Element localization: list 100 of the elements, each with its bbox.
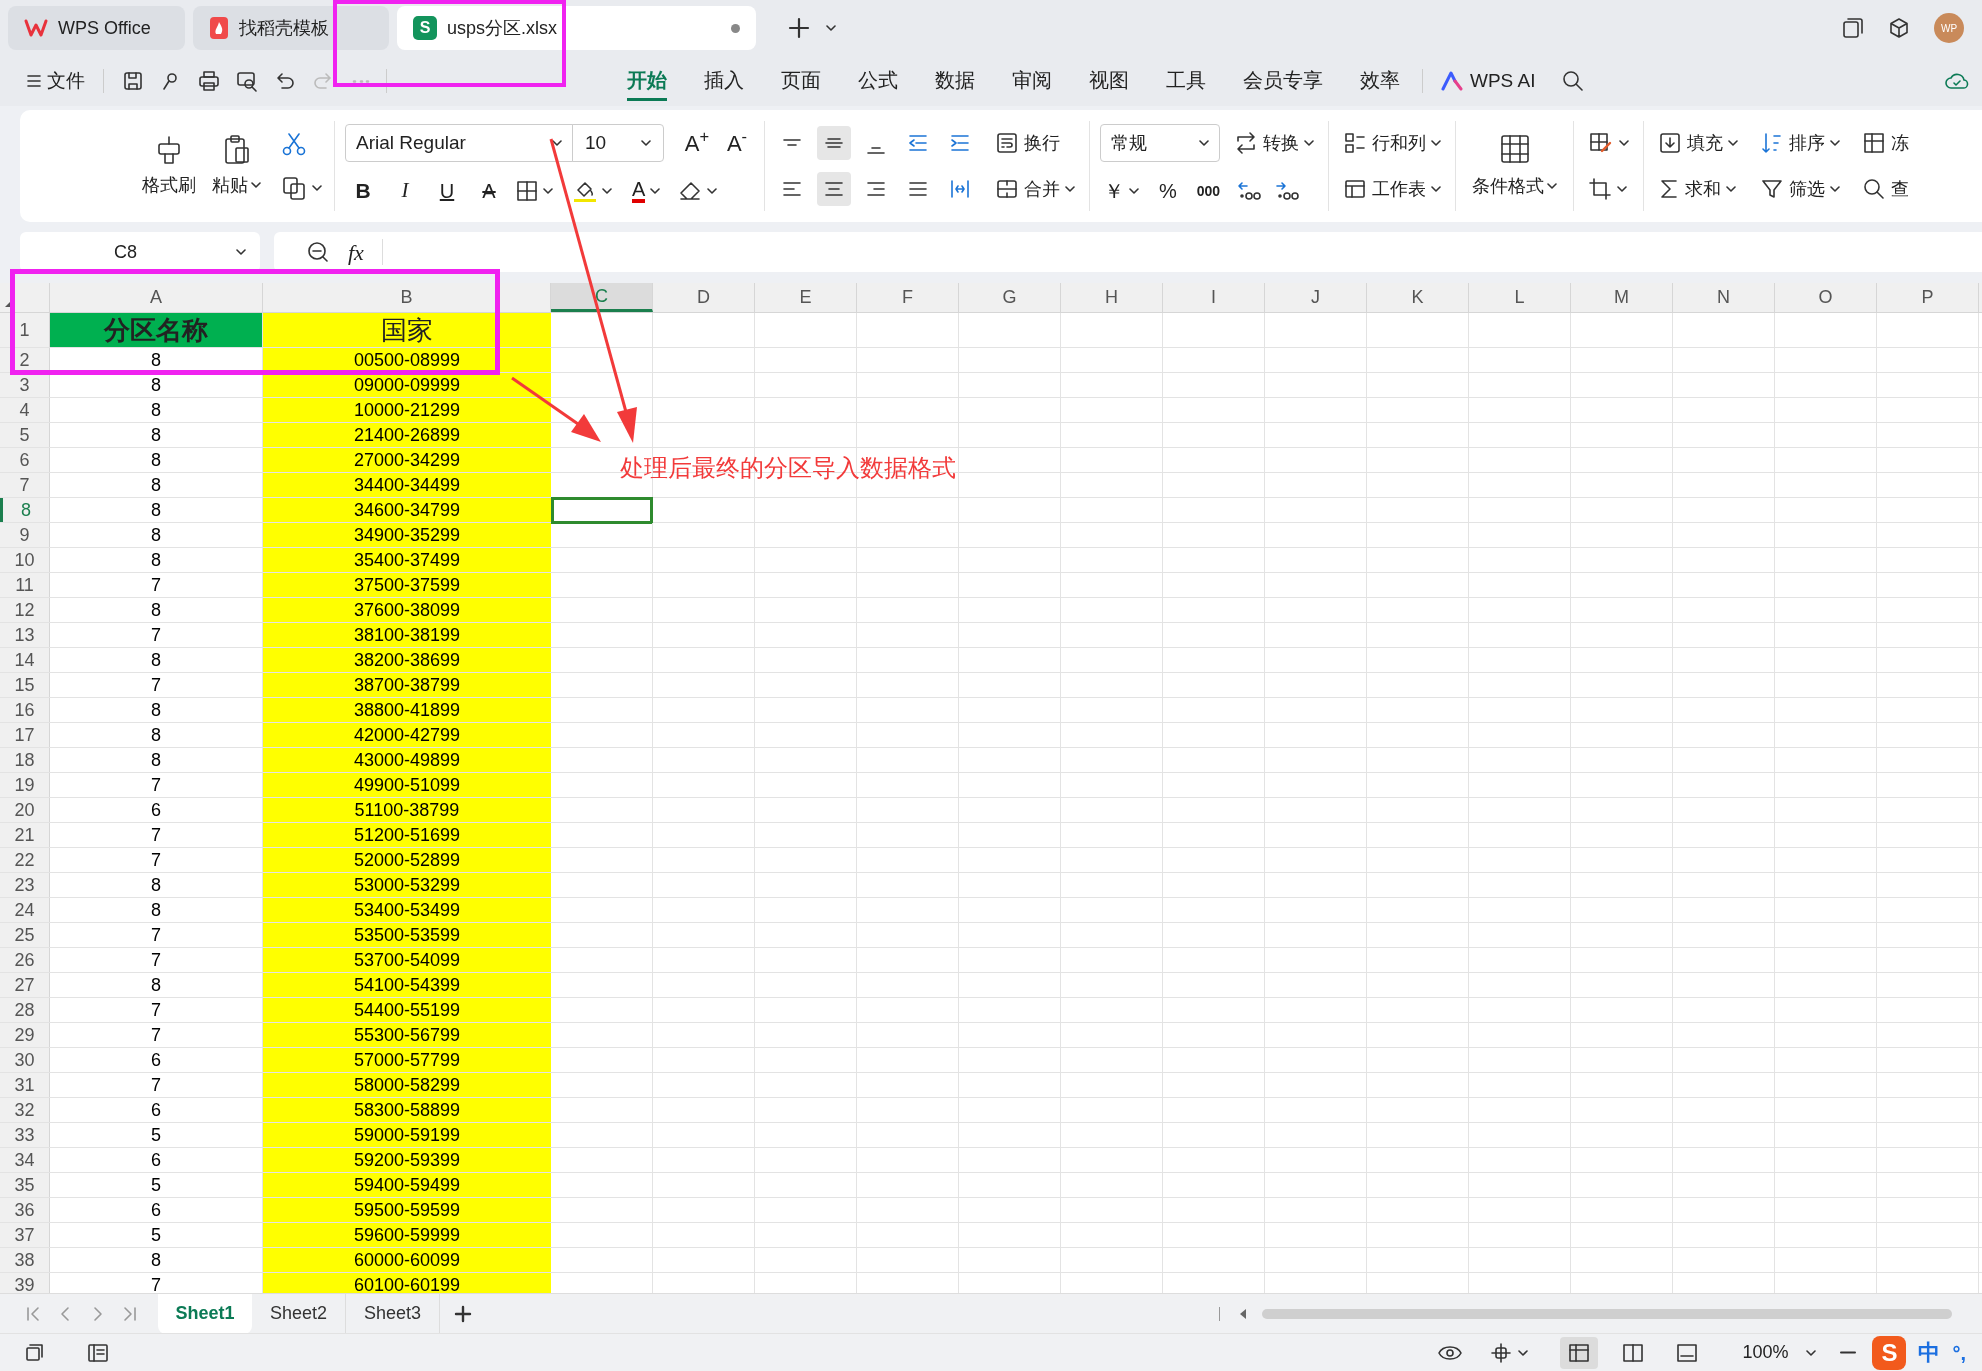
file-menu[interactable]: 文件: [20, 63, 91, 99]
fill-button[interactable]: 填充: [1654, 126, 1742, 160]
ribbon-tab[interactable]: 页面: [781, 61, 821, 101]
row-header[interactable]: 3: [0, 373, 50, 397]
thousands-separator-button[interactable]: 000: [1192, 174, 1225, 208]
sort-button[interactable]: 排序: [1756, 126, 1844, 160]
name-box[interactable]: C8: [20, 232, 260, 272]
ribbon-tab[interactable]: 数据: [935, 61, 975, 101]
row-header[interactable]: 25: [0, 923, 50, 947]
row-header[interactable]: 18: [0, 748, 50, 772]
sheet-tab[interactable]: Sheet1: [158, 1293, 252, 1334]
row-header[interactable]: 26: [0, 948, 50, 972]
window-button[interactable]: [1842, 17, 1864, 39]
column-header[interactable]: F: [857, 283, 959, 312]
row-header[interactable]: 38: [0, 1248, 50, 1272]
percent-button[interactable]: %: [1155, 174, 1181, 208]
currency-button[interactable]: ￥: [1100, 174, 1143, 208]
convert-button[interactable]: 转换: [1230, 126, 1318, 160]
column-header[interactable]: D: [653, 283, 755, 312]
column-header[interactable]: P: [1877, 283, 1979, 312]
row-header[interactable]: 8: [0, 498, 50, 522]
row-header[interactable]: 21: [0, 823, 50, 847]
row-header[interactable]: 35: [0, 1173, 50, 1197]
row-header[interactable]: 27: [0, 973, 50, 997]
strikethrough-button[interactable]: A: [471, 174, 507, 208]
column-header[interactable]: H: [1061, 283, 1163, 312]
row-header[interactable]: 37: [0, 1223, 50, 1247]
file-tab[interactable]: S usps分区.xlsx: [397, 6, 756, 50]
row-header[interactable]: 33: [0, 1123, 50, 1147]
input-method-toolbar[interactable]: S 中 °,: [1872, 1335, 1976, 1370]
column-header[interactable]: I: [1163, 283, 1265, 312]
column-header[interactable]: E: [755, 283, 857, 312]
merge-cells-button[interactable]: 合并: [991, 172, 1079, 206]
row-header[interactable]: 10: [0, 548, 50, 572]
find-button[interactable]: 查: [1858, 172, 1913, 206]
row-header[interactable]: 17: [0, 723, 50, 747]
number-format-dropdown[interactable]: 常规: [1100, 124, 1220, 162]
row-header[interactable]: 12: [0, 598, 50, 622]
filter-button[interactable]: 筛选: [1756, 172, 1844, 206]
bold-button[interactable]: B: [345, 174, 381, 208]
cube-button[interactable]: [1888, 17, 1910, 39]
paste-button[interactable]: 粘贴: [208, 133, 265, 199]
ribbon-tab[interactable]: 工具: [1166, 61, 1206, 101]
row-header[interactable]: 34: [0, 1148, 50, 1172]
file-tab[interactable]: 找稻壳模板: [193, 6, 389, 50]
row-header[interactable]: 32: [0, 1098, 50, 1122]
row-header[interactable]: 15: [0, 673, 50, 697]
column-header[interactable]: N: [1673, 283, 1775, 312]
row-header[interactable]: 24: [0, 898, 50, 922]
row-header[interactable]: 23: [0, 873, 50, 897]
ribbon-tab[interactable]: 审阅: [1012, 61, 1052, 101]
italic-button[interactable]: I: [387, 174, 423, 208]
font-size-dropdown[interactable]: 10: [572, 124, 664, 162]
formula-bar[interactable]: fx: [274, 232, 1982, 272]
row-header[interactable]: 36: [0, 1198, 50, 1222]
row-header[interactable]: 39: [0, 1273, 50, 1293]
format-painter-button[interactable]: 格式刷: [138, 133, 200, 199]
row-header[interactable]: 28: [0, 998, 50, 1022]
rows-columns-button[interactable]: 行和列: [1339, 126, 1445, 160]
ai-button[interactable]: WPS AI: [1437, 63, 1540, 99]
row-header[interactable]: 5: [0, 423, 50, 447]
row-header[interactable]: 11: [0, 573, 50, 597]
ribbon-tab[interactable]: 会员专享: [1243, 61, 1323, 101]
zoom-dropdown[interactable]: 100%: [1742, 1339, 1817, 1366]
selected-cell[interactable]: [551, 497, 653, 524]
row-header[interactable]: 9: [0, 523, 50, 547]
ribbon-tab[interactable]: 开始: [627, 61, 667, 101]
column-header[interactable]: K: [1367, 283, 1469, 312]
row-header[interactable]: 29: [0, 1023, 50, 1047]
worksheet-button[interactable]: 工作表: [1339, 172, 1445, 206]
row-header[interactable]: 14: [0, 648, 50, 672]
alignment-button[interactable]: [817, 172, 851, 206]
underline-button[interactable]: U: [429, 174, 465, 208]
wrap-text-button[interactable]: 换行: [991, 126, 1064, 160]
ribbon-tab[interactable]: 公式: [858, 61, 898, 101]
column-header[interactable]: M: [1571, 283, 1673, 312]
row-header[interactable]: 31: [0, 1073, 50, 1097]
font-color-button[interactable]: A: [629, 174, 664, 208]
freeze-button[interactable]: 冻: [1858, 126, 1913, 160]
row-header[interactable]: 30: [0, 1048, 50, 1072]
row-header[interactable]: 19: [0, 773, 50, 797]
column-header[interactable]: C: [551, 283, 653, 312]
column-header[interactable]: A: [50, 283, 263, 312]
sum-button[interactable]: 求和: [1654, 172, 1742, 206]
row-header[interactable]: 20: [0, 798, 50, 822]
row-header[interactable]: 6: [0, 448, 50, 472]
row-header[interactable]: 7: [0, 473, 50, 497]
row-header[interactable]: 13: [0, 623, 50, 647]
alignment-button[interactable]: [817, 126, 851, 160]
normal-view-button[interactable]: [1560, 1336, 1599, 1369]
conditional-format-button[interactable]: 条件格式: [1466, 118, 1563, 214]
row-header[interactable]: 22: [0, 848, 50, 872]
column-header[interactable]: L: [1469, 283, 1571, 312]
file-tab[interactable]: WPS Office: [8, 6, 185, 50]
horizontal-scrollbar[interactable]: [1262, 1308, 1952, 1319]
column-header[interactable]: O: [1775, 283, 1877, 312]
column-header[interactable]: J: [1265, 283, 1367, 312]
row-header[interactable]: 4: [0, 398, 50, 422]
ribbon-tab[interactable]: 效率: [1360, 61, 1400, 101]
decrease-font-button[interactable]: A$^{-}$: [720, 126, 754, 160]
